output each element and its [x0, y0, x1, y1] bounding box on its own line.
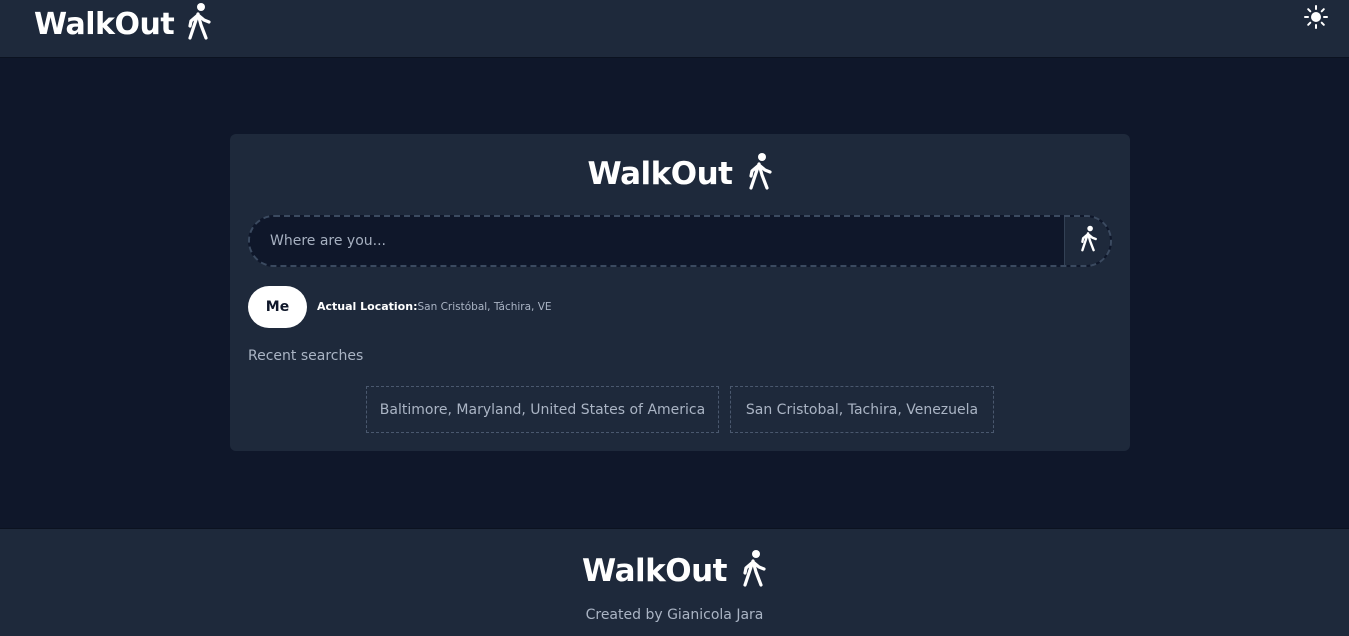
recent-search-item[interactable]: San Cristobal, Tachira, Venezuela: [730, 386, 994, 433]
card-brand-text: WalkOut: [587, 156, 734, 192]
walking-person-icon: [739, 549, 767, 593]
walking-person-icon: [1078, 225, 1098, 257]
walking-person-icon: [745, 152, 773, 196]
footer-brand-text: WalkOut: [582, 553, 728, 589]
recent-searches-title: Recent searches: [248, 348, 364, 364]
actual-location: Actual Location:San Cristóbal, Táchira, …: [317, 300, 552, 313]
footer-brand: WalkOut: [0, 549, 1349, 593]
footer-credit: Created by Gianicola Jara: [585, 607, 764, 623]
search-button[interactable]: [1064, 217, 1110, 265]
actual-location-value: San Cristóbal, Táchira, VE: [417, 301, 552, 313]
actual-location-label: Actual Location:: [317, 300, 418, 313]
search-card: WalkOut Me Actual Location:San Cristóbal…: [230, 134, 1130, 451]
card-brand: WalkOut: [230, 152, 1130, 196]
search-bar: [248, 215, 1112, 267]
header-brand-text: WalkOut: [34, 6, 175, 42]
walking-person-icon: [184, 2, 212, 46]
header-brand[interactable]: WalkOut: [34, 2, 212, 46]
search-input[interactable]: [250, 217, 1064, 265]
theme-toggle-button[interactable]: [1302, 5, 1330, 33]
top-navbar: WalkOut: [0, 0, 1349, 58]
sun-icon: [1304, 5, 1328, 33]
me-location-button[interactable]: Me: [248, 286, 307, 328]
footer: WalkOut Created by Gianicola Jara: [0, 528, 1349, 636]
recent-search-item[interactable]: Baltimore, Maryland, United States of Am…: [366, 386, 719, 433]
